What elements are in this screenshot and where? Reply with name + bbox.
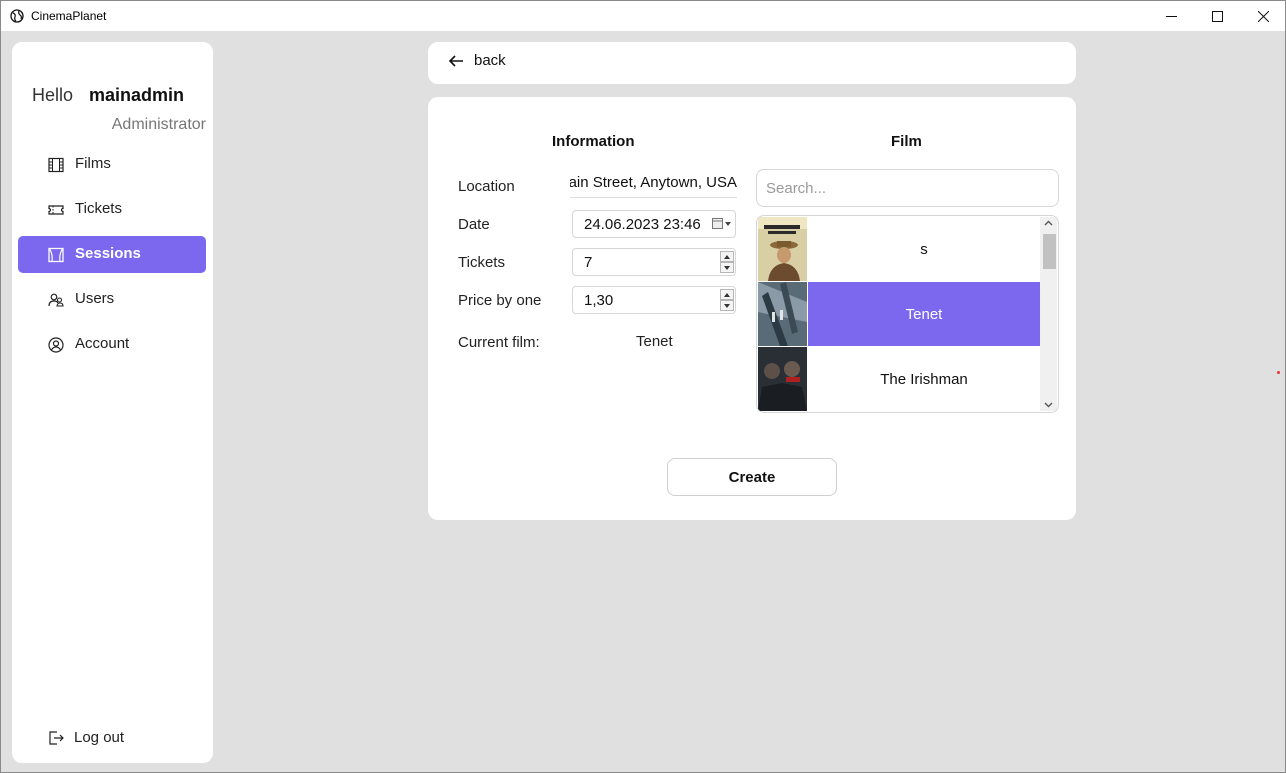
film-list: s Tenet The Irishman [756,215,1059,413]
maximize-icon [1211,11,1223,22]
tickets-value: 7 [584,254,593,271]
back-button[interactable]: back [448,52,506,69]
client-area: Hello mainadmin Administrator Films Tick… [0,31,1286,773]
create-button[interactable]: Create [667,458,837,496]
sidebar-item-account[interactable]: Account [18,326,206,363]
greeting: Hello [32,85,74,105]
caret-up-icon [724,254,730,259]
theater-icon [48,247,64,263]
caret-down-icon [724,265,730,270]
session-form-card: Information Film Location ain Street, An… [428,97,1076,520]
film-list-item[interactable]: The Irishman [758,347,1040,411]
film-title: Film [891,133,922,150]
spin-up-button[interactable] [720,289,734,300]
sidebar-item-label: Tickets [75,200,122,217]
film-title: The Irishman [880,370,968,388]
film-poster-image [758,282,807,346]
current-film-value: Tenet [636,333,673,350]
location-input[interactable]: ain Street, Anytown, USA [570,174,737,198]
sidebar-item-films[interactable]: Films [18,146,206,183]
sidebar-item-label: Account [75,335,130,352]
ticket-icon [48,205,64,215]
film-list-scrollbar[interactable] [1040,217,1057,411]
globe-icon [10,9,24,23]
back-label: back [474,52,506,69]
date-picker[interactable]: 24.06.2023 23:46 [572,210,736,238]
arrow-left-icon [448,54,463,67]
current-film-label: Current film: [458,334,540,351]
window-title: CinemaPlanet [31,9,107,23]
spin-up-button[interactable] [720,251,734,262]
users-icon [48,293,64,307]
film-list-item[interactable]: Tenet [758,282,1040,346]
maximize-button[interactable] [1194,1,1240,32]
chevron-down-icon[interactable] [1044,402,1053,408]
chevron-up-icon[interactable] [1044,220,1053,226]
price-value: 1,30 [584,292,614,309]
film-poster-image [758,347,807,411]
film-list-item[interactable]: s [758,217,1040,281]
minimize-button[interactable] [1148,1,1194,32]
film-title: s [920,240,928,258]
logout-icon [49,730,64,745]
price-label: Price by one [458,292,542,309]
user-role: Administrator [111,116,206,133]
sidebar-item-label: Films [75,155,111,172]
sidebar-item-users[interactable]: Users [18,281,206,318]
sidebar: Hello mainadmin Administrator Films Tick… [12,42,213,763]
title-bar: CinemaPlanet [0,0,1286,31]
calendar-dropdown-icon[interactable] [712,218,732,230]
information-title: Information [552,133,635,150]
sidebar-item-sessions[interactable]: Sessions [18,236,206,273]
account-icon [48,337,64,353]
date-value: 24.06.2023 23:46 [584,216,701,233]
search-placeholder: Search... [766,180,827,197]
tickets-label: Tickets [458,254,505,271]
sidebar-item-label: Sessions [75,245,141,262]
price-stepper[interactable]: 1,30 [572,286,736,314]
spinner[interactable] [720,289,734,311]
logout-label: Log out [74,729,125,746]
sidebar-item-tickets[interactable]: Tickets [18,191,206,228]
close-button[interactable] [1240,1,1286,32]
red-marker [1277,371,1280,374]
film-title: Tenet [808,282,1040,346]
minimize-icon [1165,16,1177,17]
film-poster-image [758,217,807,281]
date-label: Date [458,216,490,233]
scrollbar-thumb[interactable] [1043,234,1056,269]
logout-button[interactable]: Log out [48,729,124,746]
spinner[interactable] [720,251,734,273]
caret-up-icon [724,292,730,297]
location-label: Location [458,178,515,195]
spin-down-button[interactable] [720,262,734,273]
close-icon [1257,11,1269,22]
tickets-stepper[interactable]: 7 [572,248,736,276]
sidebar-item-label: Users [75,290,115,307]
spin-down-button[interactable] [720,300,734,311]
back-bar: back [428,42,1076,84]
film-search-input[interactable]: Search... [756,169,1059,207]
username: mainadmin [89,85,185,105]
caret-down-icon [724,303,730,308]
film-icon [48,157,64,173]
